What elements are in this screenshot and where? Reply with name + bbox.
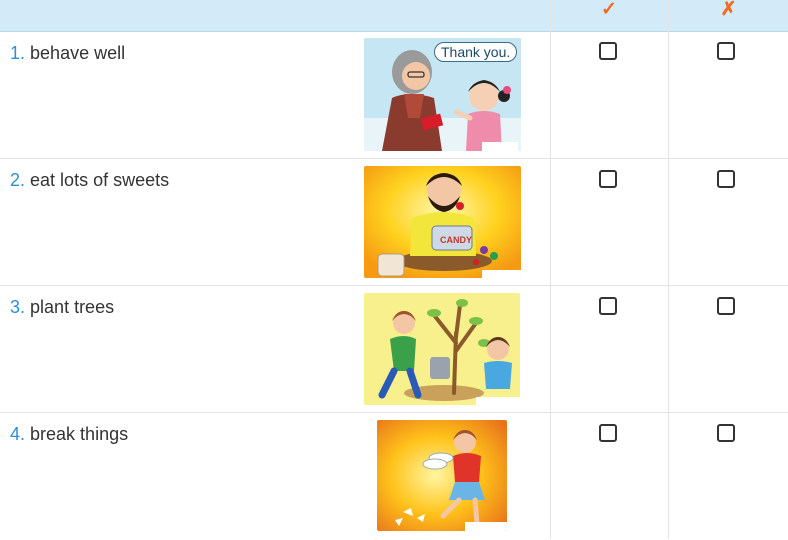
item-number: 4. — [10, 424, 26, 444]
item-number: 2. — [10, 170, 26, 190]
table-header: ✓ ✗ — [0, 0, 788, 32]
table-row: 4. break things — [0, 413, 788, 540]
table-row: 3. plant trees — [0, 286, 788, 413]
speech-bubble: Thank you. — [434, 42, 518, 62]
girl-breaking-plates-illustration — [377, 420, 507, 531]
yes-checkbox[interactable] — [599, 42, 617, 60]
girl-breaking-plates-picture — [377, 420, 507, 531]
item-text: break things — [30, 424, 129, 444]
no-checkbox[interactable] — [717, 170, 735, 188]
grandma-girl-gift-picture: Thank you. — [364, 38, 521, 151]
yes-checkbox[interactable] — [599, 297, 617, 315]
item-label: 2. eat lots of sweets — [10, 170, 169, 191]
kids-planting-tree-illustration — [364, 293, 520, 405]
yes-checkbox[interactable] — [599, 424, 617, 442]
item-label: 1. behave well — [10, 43, 125, 64]
cross-mark-header: ✗ — [720, 0, 737, 20]
item-text: plant trees — [30, 297, 115, 317]
item-text: eat lots of sweets — [30, 170, 170, 190]
boy-eating-candy-illustration: CANDY — [364, 166, 521, 278]
quiz-table: ✓ ✗ 1. behave well Thank you. 2. eat lot… — [0, 0, 788, 539]
kids-planting-tree-picture — [364, 293, 520, 405]
no-checkbox[interactable] — [717, 297, 735, 315]
item-label: 4. break things — [10, 424, 128, 445]
yes-checkbox[interactable] — [599, 170, 617, 188]
item-label: 3. plant trees — [10, 297, 114, 318]
table-row: 2. eat lots of sweets CANDY — [0, 159, 788, 286]
item-number: 3. — [10, 297, 26, 317]
svg-text:CANDY: CANDY — [440, 235, 472, 245]
boy-eating-candy-picture: CANDY — [364, 166, 521, 278]
table-row: 1. behave well Thank you. — [0, 32, 788, 159]
item-text: behave well — [30, 43, 126, 63]
no-checkbox[interactable] — [717, 42, 735, 60]
item-number: 1. — [10, 43, 26, 63]
check-mark-header: ✓ — [601, 0, 617, 20]
no-checkbox[interactable] — [717, 424, 735, 442]
